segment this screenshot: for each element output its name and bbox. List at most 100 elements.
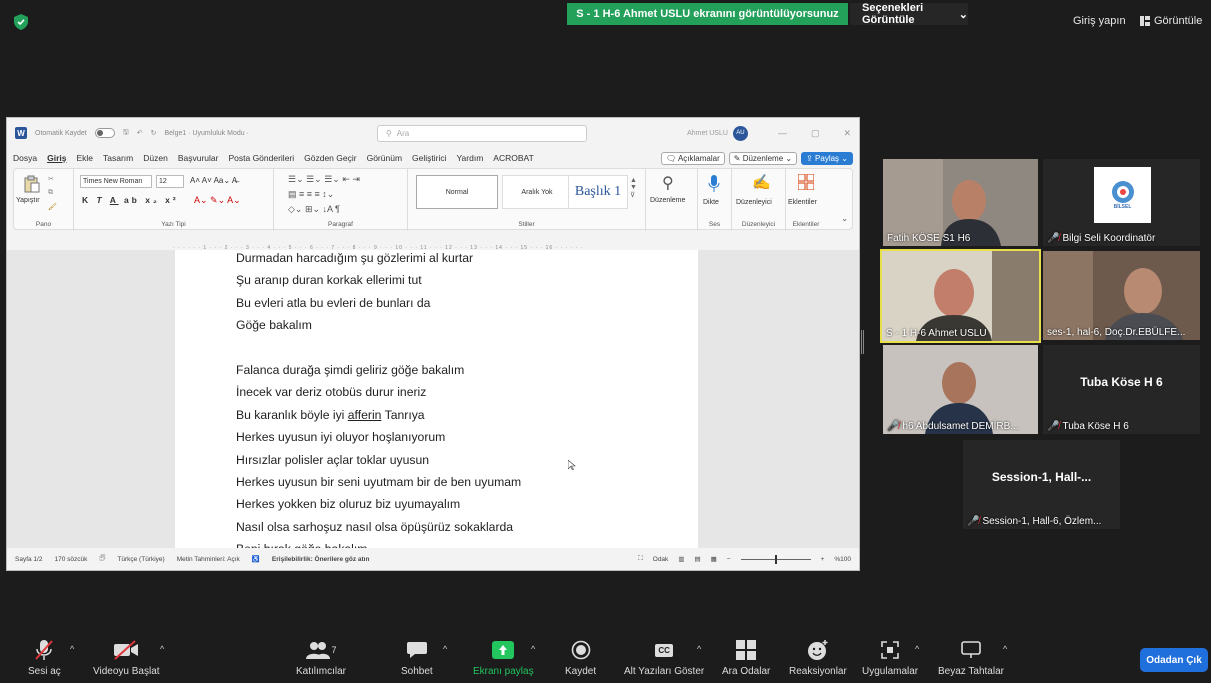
zoom-out-icon[interactable]: − — [727, 556, 731, 563]
style-heading-1[interactable]: Başlık 1 — [568, 175, 628, 209]
restore-icon[interactable]: ▢ — [811, 128, 820, 139]
menu-gozden-gecir[interactable]: Gözden Geçir — [304, 153, 356, 163]
participant-tile-active-speaker[interactable]: S - 1 H-6 Ahmet USLU — [880, 249, 1041, 343]
read-mode-icon[interactable]: ▥ — [678, 555, 684, 563]
focus-mode[interactable]: Odak — [653, 556, 669, 563]
participant-tile[interactable]: Session-1, Hall-... 🎤̸ Session-1, Hall-6,… — [963, 440, 1120, 529]
participants-label: Katılımcılar — [296, 666, 347, 677]
zoom-level[interactable]: %100 — [834, 556, 851, 563]
font-name-field[interactable]: Times New Roman — [80, 175, 152, 188]
reactions-button[interactable]: Reaksiyonlar — [789, 638, 847, 677]
chat-button[interactable]: Sohbet — [401, 638, 433, 677]
menu-gorunum[interactable]: Görünüm — [367, 153, 402, 163]
participants-button[interactable]: 7 Katılımcılar — [296, 638, 346, 677]
align-icons[interactable]: ▤ ≡ ≡ ≡ ↕⌄ — [288, 189, 334, 200]
participant-tile[interactable]: 🎤̸ h6 Abdulsamet DEMİRB... — [883, 345, 1038, 434]
shading-sort-icons[interactable]: ◇⌄ ⊞⌄ ↓A ¶ — [288, 204, 340, 215]
editor-btn-label[interactable]: Düzenleyici — [736, 199, 772, 206]
save-icon[interactable]: 🖫 — [123, 128, 129, 139]
record-button[interactable]: Kaydet — [565, 638, 596, 677]
close-icon[interactable]: ✕ — [843, 128, 851, 139]
document-page[interactable]: Durmadan harcadığım şu gözlerimi al kurt… — [175, 250, 698, 550]
share-screen-button[interactable]: Ekranı paylaş — [473, 638, 534, 677]
apps-button[interactable]: Uygulamalar — [862, 638, 918, 677]
accessibility-status[interactable]: Erişilebilirlik: Önerilere göz atın — [272, 556, 370, 563]
view-button[interactable]: Görüntüle — [1140, 15, 1202, 27]
leave-room-button[interactable]: Odadan Çık — [1140, 648, 1208, 672]
sign-in-link[interactable]: Giriş yapın — [1073, 15, 1126, 27]
font-size-field[interactable]: 12 — [156, 175, 184, 188]
menu-gelistirici[interactable]: Geliştirici — [412, 153, 446, 163]
comments-button[interactable]: 🗨 Açıklamalar — [661, 151, 725, 165]
menu-dosya[interactable]: Dosya — [13, 153, 37, 163]
menu-acrobat[interactable]: ACROBAT — [493, 153, 533, 163]
video-options-caret-icon[interactable]: ^ — [160, 644, 164, 654]
chat-options-caret-icon[interactable]: ^ — [443, 644, 447, 654]
start-video-button[interactable]: Videoyu Başlat — [93, 638, 160, 677]
menu-tasarim[interactable]: Tasarım — [103, 153, 133, 163]
captions-options-caret-icon[interactable]: ^ — [697, 644, 701, 654]
captions-button[interactable]: CC Alt Yazıları Göster — [624, 638, 704, 677]
editing-mode-button[interactable]: ✎ Düzenleme ⌄ — [728, 151, 798, 165]
paste-icon[interactable] — [24, 175, 40, 193]
bullets-list-icon[interactable]: ☰⌄ ☰⌄ ☰⌄ ⇤ ⇥ — [288, 174, 360, 185]
style-no-spacing[interactable]: Aralık Yok — [502, 175, 572, 209]
editing-btn-label[interactable]: Düzenleme — [650, 197, 685, 204]
menu-basvurular[interactable]: Başvurular — [178, 153, 219, 163]
apps-options-caret-icon[interactable]: ^ — [915, 644, 919, 654]
focus-icon[interactable]: ⛶ — [638, 555, 643, 563]
word-count[interactable]: 170 sözcük — [54, 556, 87, 563]
menu-giris[interactable]: Giriş — [47, 153, 66, 163]
dictate-label[interactable]: Dikte — [703, 199, 719, 206]
format-painter-icon[interactable]: 🖌 — [48, 203, 57, 211]
styles-scroll-icon[interactable]: ▲ ▼ ⊽ — [630, 177, 637, 199]
addins-grid-icon[interactable] — [798, 174, 814, 190]
participant-tile[interactable]: Fatih KÖSE S1 H6 — [883, 159, 1038, 246]
accessibility-icon[interactable]: ♿ — [252, 555, 260, 563]
minimize-icon[interactable]: — — [778, 128, 787, 139]
find-search-icon[interactable]: ⚲ — [662, 173, 674, 193]
autosave-toggle[interactable] — [94, 128, 115, 138]
view-options-button[interactable]: Seçenekleri Görüntüle ⌄ — [850, 2, 968, 26]
share-doc-button[interactable]: ⇪ Paylaş ⌄ — [801, 151, 853, 165]
microphone-icon[interactable] — [708, 175, 720, 193]
encryption-shield-icon[interactable] — [14, 14, 28, 30]
menu-yardim[interactable]: Yardım — [457, 153, 484, 163]
font-color-icon[interactable]: A⌄ ✎⌄ A⌄ — [194, 195, 241, 206]
proofing-icon[interactable]: 🗊 — [99, 554, 105, 565]
undo-icon[interactable]: ↶ — [137, 129, 143, 137]
copy-icon[interactable]: ⧉ — [48, 189, 53, 197]
breakout-rooms-button[interactable]: Ara Odalar — [722, 638, 770, 677]
share-options-caret-icon[interactable]: ^ — [531, 644, 535, 654]
menu-ekle[interactable]: Ekle — [76, 153, 93, 163]
audio-options-caret-icon[interactable]: ^ — [70, 644, 74, 654]
word-user[interactable]: Ahmet USLU AU — [687, 125, 748, 141]
participant-tile[interactable]: Tuba Köse H 6 🎤̸ Tuba Köse H 6 — [1043, 345, 1200, 434]
unmute-button[interactable]: Sesi aç — [28, 638, 61, 677]
cut-icon[interactable]: ✂ — [48, 175, 54, 183]
style-normal[interactable]: Normal — [416, 175, 498, 209]
print-layout-icon[interactable]: ▤ — [694, 555, 700, 563]
zoom-in-icon[interactable]: + — [821, 556, 825, 563]
whiteboard-options-caret-icon[interactable]: ^ — [1003, 644, 1007, 654]
participant-tile[interactable]: BİLSEL 🎤̸ Bilgi Seli Koordinatör — [1043, 159, 1200, 246]
whiteboards-button[interactable]: Beyaz Tahtalar — [938, 638, 1004, 677]
bold-italic-underline-icons[interactable]: K T A ab x₂ x² — [82, 195, 179, 205]
zoom-slider[interactable] — [740, 554, 811, 564]
participant-tile[interactable]: ses-1, hal-6, Doç.Dr.EBÜLFE... — [1043, 251, 1200, 340]
web-layout-icon[interactable]: ▦ — [711, 555, 717, 563]
collapse-ribbon-icon[interactable]: ⌄ — [841, 214, 848, 223]
word-search-box[interactable]: ⚲ Ara — [376, 124, 587, 142]
panel-splitter-handle[interactable] — [861, 330, 864, 354]
menu-posta[interactable]: Posta Gönderileri — [228, 153, 294, 163]
spelling-flagged-word[interactable]: afferin — [348, 408, 382, 422]
addins-btn-label[interactable]: Eklentiler — [788, 199, 817, 206]
styles-group-label: Stiller — [518, 221, 535, 228]
page-count[interactable]: Sayfa 1/2 — [15, 556, 42, 563]
redo-icon[interactable]: ↻ — [151, 129, 157, 137]
grow-font-icon[interactable]: A˄ A˅ Aa⌄ A̶ — [190, 176, 237, 185]
text-predictions-status[interactable]: Metin Tahminleri: Açık — [177, 556, 240, 563]
language-status[interactable]: Türkçe (Türkiye) — [117, 556, 164, 563]
editor-pen-icon[interactable]: ✍ — [752, 173, 771, 191]
menu-duzen[interactable]: Düzen — [143, 153, 168, 163]
